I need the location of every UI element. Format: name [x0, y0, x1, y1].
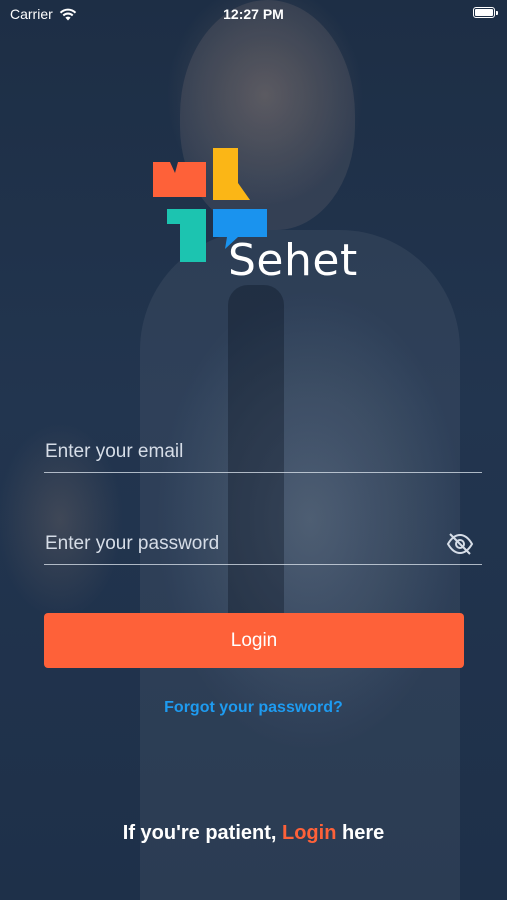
patient-login-prompt: If you're patient, Login here [0, 822, 507, 845]
status-time: 12:27 PM [223, 6, 284, 22]
password-input[interactable] [44, 524, 482, 564]
patient-prompt-suffix: here [336, 822, 385, 844]
login-screen: Carrier 12:27 PM Sehet Enter your email … [0, 0, 507, 900]
background-coat-shape [140, 230, 460, 900]
brand-name: Sehet [228, 235, 358, 286]
patient-login-link[interactable]: Login [282, 822, 336, 844]
sehet-logo: Sehet [150, 145, 370, 286]
email-input[interactable] [44, 432, 482, 472]
patient-prompt-prefix: If you're patient, [122, 822, 282, 844]
battery-icon [473, 7, 498, 18]
password-field-wrapper [44, 524, 482, 565]
login-button[interactable]: Login [44, 613, 464, 668]
email-field-wrapper [44, 432, 482, 473]
eye-slash-icon[interactable] [446, 531, 474, 557]
status-bar: Carrier 12:27 PM [0, 0, 507, 28]
forgot-password-link[interactable]: Forgot your password? [0, 699, 507, 717]
